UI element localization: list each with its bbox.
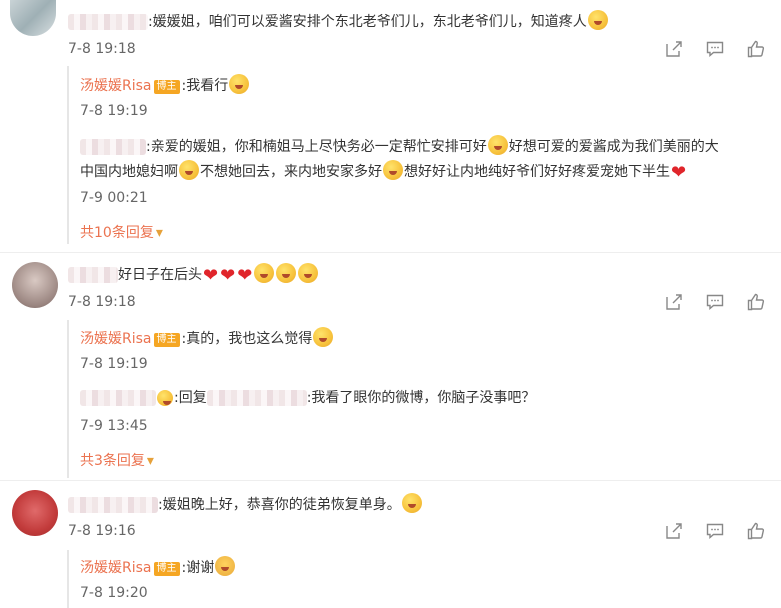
caret-down-icon: ▾ [146,453,154,469]
reply-text: :亲爱的媛姐，你和楠姐马上尽快务必一定帮忙安排可好 好想可爱的爱酱成为我们美丽的大 [80,135,719,157]
username-blurred[interactable] [206,390,307,406]
author-name[interactable]: 汤媛媛Risa [80,331,152,347]
reply-thread-bar [67,320,69,478]
comment-icon[interactable] [706,522,724,540]
reply-text-continued: 中国内地媳妇啊 不想她回去，来内地安家多好 想好好让内地纯好爷们好好疼爱宠她下半生❤ [80,160,687,183]
comment-time: 7-8 19:16 [68,523,136,539]
crying-emoji-icon [383,160,403,180]
grin-emoji-icon [401,493,422,513]
reply-time: 7-9 13:45 [80,418,148,434]
reply-time: 7-8 19:20 [80,585,148,601]
comment-divider [0,480,781,481]
kiss-emoji-icon [254,263,275,283]
crying-emoji-icon [487,135,508,155]
comment-time: 7-8 19:18 [68,41,136,57]
caret-down-icon: ▾ [155,225,163,241]
share-icon[interactable] [665,293,683,311]
like-icon[interactable] [747,293,765,311]
surprised-emoji-icon [587,10,608,30]
reply-text: 汤媛媛Risa 博主:真的，我也这么觉得 [80,327,334,349]
comment-text: :媛媛姐，咱们可以爱酱安排个东北老爷们儿，东北老爷们儿，知道疼人 [68,10,609,32]
comment-icon[interactable] [706,40,724,58]
comment-icon[interactable] [706,293,724,311]
kiss-emoji-icon [276,263,297,283]
comment-divider [0,252,781,253]
heart-icon: ❤ [220,265,236,286]
more-replies-link[interactable]: 共3条回复 ▾ [80,452,154,470]
share-icon[interactable] [665,40,683,58]
author-name[interactable]: 汤媛媛Risa [80,78,152,94]
author-badge: 博主 [153,562,180,576]
laugh-emoji-icon [313,327,334,347]
username-blurred[interactable] [80,390,156,406]
username-blurred[interactable] [68,267,118,283]
author-name[interactable]: 汤媛媛Risa [80,560,152,576]
comment-text: 好日子在后头❤ ❤ ❤ [68,263,319,286]
author-badge: 博主 [153,333,180,347]
avatar[interactable] [10,0,56,36]
author-badge: 博主 [153,80,180,94]
share-icon[interactable] [665,522,683,540]
username-blurred[interactable] [80,139,146,155]
heart-icon: ❤ [671,162,687,183]
comment-text: :媛姐晚上好，恭喜你的徒弟恢复单身。 [68,493,423,515]
heart-icon: ❤ [237,265,253,286]
reply-thread-bar [67,66,69,244]
reply-time: 7-9 00:21 [80,190,148,206]
reply-thread-bar [67,550,69,608]
kiss-emoji-icon [298,263,319,283]
more-replies-link[interactable]: 共10条回复 ▾ [80,224,163,242]
reply-text: 汤媛媛Risa 博主:谢谢 [80,556,236,578]
laugh-emoji-icon [229,74,250,94]
reply-text: :回复:我看了眼你的微博，你脑子没事吧？ [80,388,535,408]
username-blurred[interactable] [68,14,148,30]
heart-eyes-emoji-icon [157,390,173,406]
pray-emoji-icon [215,556,236,576]
avatar[interactable] [12,262,58,308]
comment-time: 7-8 19:18 [68,294,136,310]
username-blurred[interactable] [68,497,158,513]
heart-icon: ❤ [203,265,219,286]
like-icon[interactable] [747,40,765,58]
reply-text: 汤媛媛Risa 博主:我看行 [80,74,250,96]
avatar[interactable] [12,490,58,536]
reply-time: 7-8 19:19 [80,356,148,372]
crying-emoji-icon [179,160,199,180]
like-icon[interactable] [747,522,765,540]
reply-time: 7-8 19:19 [80,103,148,119]
